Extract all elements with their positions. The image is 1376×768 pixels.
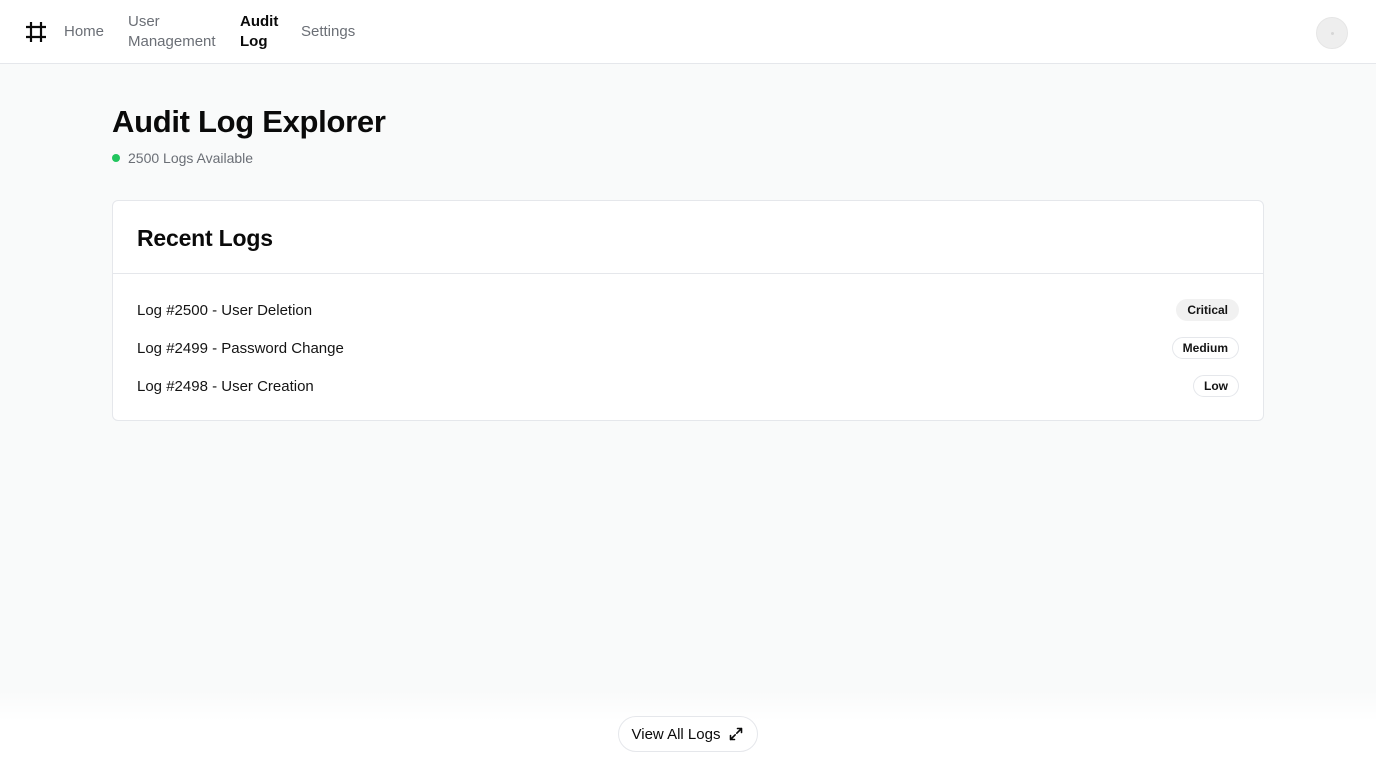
severity-badge: Medium: [1171, 337, 1239, 359]
logs-available-text: 2500 Logs Available: [128, 150, 254, 166]
status-dot-icon: [112, 154, 120, 162]
expand-arrows-icon: [730, 727, 743, 741]
view-all-logs-label: View All Logs: [631, 725, 721, 743]
log-row[interactable]: Log #2498 - User Creation Low: [113, 367, 1263, 405]
log-row[interactable]: Log #2499 - Password Change Medium: [113, 329, 1263, 367]
log-row[interactable]: Log #2500 - User Deletion Critical: [113, 291, 1263, 329]
nav-user-management-line1: User: [128, 13, 160, 30]
nav-home[interactable]: Home: [64, 22, 104, 42]
nav-user-management-line2: Management: [128, 33, 216, 50]
nav-user-management[interactable]: User Management: [128, 12, 223, 52]
severity-badge: Low: [1193, 375, 1239, 397]
nav-audit-log[interactable]: Audit Log: [240, 12, 285, 52]
card-title: Recent Logs: [137, 225, 273, 251]
recent-logs-card: Recent Logs Log #2500 - User Deletion Cr…: [112, 200, 1264, 421]
log-title: Log #2499 - Password Change: [137, 339, 344, 357]
log-list: Log #2500 - User Deletion Critical Log #…: [113, 291, 1263, 405]
hash-icon[interactable]: [25, 21, 47, 43]
top-navigation: Home User Management Audit Log Settings: [0, 0, 1376, 64]
log-title: Log #2498 - User Creation: [137, 377, 314, 395]
nav-audit-log-line2: Log: [240, 33, 268, 50]
nav-settings[interactable]: Settings: [301, 22, 355, 42]
logs-status: 2500 Logs Available: [112, 149, 253, 167]
view-all-logs-button[interactable]: View All Logs: [618, 716, 758, 752]
nav-audit-log-line1: Audit: [240, 13, 279, 30]
page-title: Audit Log Explorer: [112, 104, 386, 139]
card-header: Recent Logs: [113, 201, 1263, 274]
severity-badge: Critical: [1176, 299, 1239, 321]
user-avatar[interactable]: [1316, 17, 1348, 49]
log-title: Log #2500 - User Deletion: [137, 301, 313, 319]
